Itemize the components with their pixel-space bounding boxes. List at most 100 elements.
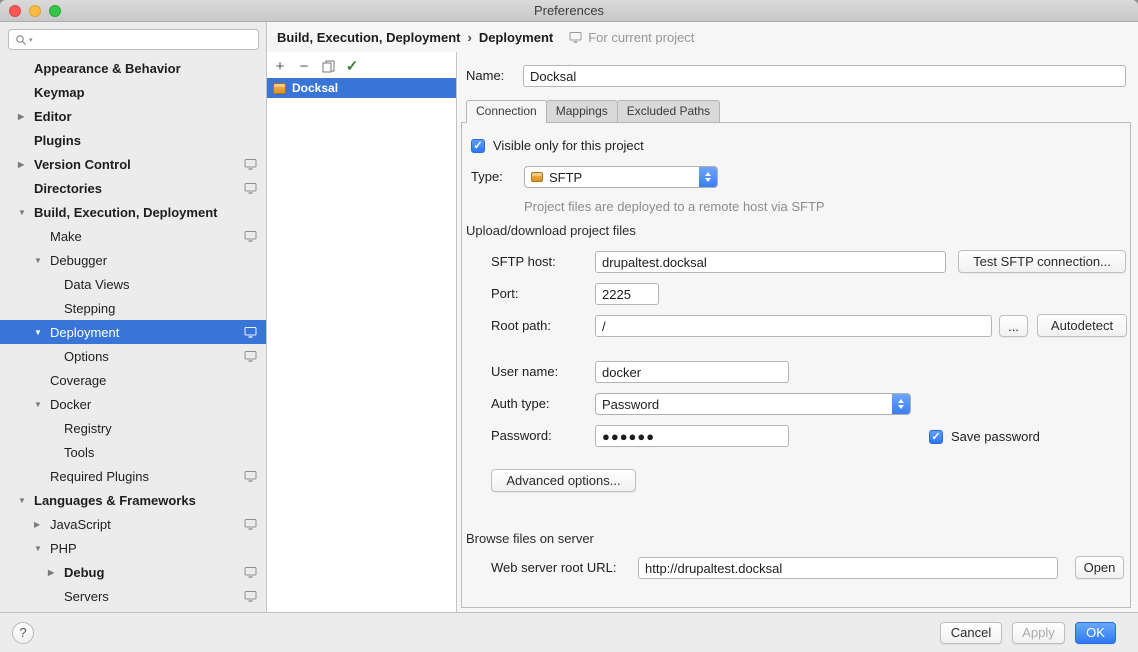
project-level-icon xyxy=(244,159,257,170)
project-level-icon xyxy=(244,327,257,338)
visible-only-row: ✓ Visible only for this project xyxy=(471,138,644,153)
sidebar-item-label: Data Views xyxy=(64,277,130,292)
close-window-button[interactable] xyxy=(9,5,21,17)
project-level-icon xyxy=(244,351,257,362)
breadcrumb: Build, Execution, Deployment › Deploymen… xyxy=(267,22,1138,52)
preferences-window: Preferences ▾ Appearance & Behavior Keym… xyxy=(0,0,1138,652)
chevron-down-icon[interactable]: ▼ xyxy=(34,256,50,265)
name-input[interactable] xyxy=(523,65,1126,87)
sidebar-item-label: Build, Execution, Deployment xyxy=(34,205,217,220)
dropdown-stepper[interactable] xyxy=(699,167,717,187)
chevron-down-icon[interactable]: ▼ xyxy=(18,496,34,505)
monitor-icon xyxy=(569,32,582,43)
browse-root-path-button[interactable]: ... xyxy=(999,315,1028,337)
copy-server-icon[interactable] xyxy=(319,57,337,75)
sidebar-item-label: Options xyxy=(64,349,109,364)
remove-server-icon[interactable]: − xyxy=(295,57,313,75)
title-bar: Preferences xyxy=(0,0,1138,22)
sidebar-item-label: Keymap xyxy=(34,85,85,100)
tab-connection[interactable]: Connection xyxy=(466,100,547,123)
sidebar-item-coverage[interactable]: Coverage xyxy=(0,368,266,392)
sidebar-item-version-control[interactable]: ▶Version Control xyxy=(0,152,266,176)
type-value: SFTP xyxy=(549,170,582,185)
help-button[interactable]: ? xyxy=(12,622,34,644)
visible-only-checkbox[interactable]: ✓ xyxy=(471,139,485,153)
chevron-right-icon[interactable]: ▶ xyxy=(34,520,50,529)
sidebar-item-plugins[interactable]: Plugins xyxy=(0,128,266,152)
ok-button[interactable]: OK xyxy=(1075,622,1116,644)
breadcrumb-section[interactable]: Build, Execution, Deployment xyxy=(277,30,460,45)
chevron-down-icon[interactable]: ▼ xyxy=(34,544,50,553)
user-name-input[interactable] xyxy=(595,361,789,383)
web-root-label: Web server root URL: xyxy=(491,557,616,579)
port-label: Port: xyxy=(491,283,518,305)
auth-type-select[interactable]: Password xyxy=(595,393,911,415)
type-select[interactable]: SFTP xyxy=(524,166,718,188)
sidebar-item-options[interactable]: Options xyxy=(0,344,266,368)
chevron-right-icon[interactable]: ▶ xyxy=(48,568,64,577)
sidebar-item-php[interactable]: ▼PHP xyxy=(0,536,266,560)
sidebar-item-editor[interactable]: ▶Editor xyxy=(0,104,266,128)
open-url-button[interactable]: Open xyxy=(1075,556,1124,579)
project-level-icon xyxy=(244,567,257,578)
sidebar-item-label: PHP xyxy=(50,541,77,556)
sidebar-item-data-views[interactable]: Data Views xyxy=(0,272,266,296)
sidebar-item-make[interactable]: Make xyxy=(0,224,266,248)
tab-mappings[interactable]: Mappings xyxy=(546,100,618,123)
sidebar-item-appearance-behavior[interactable]: Appearance & Behavior xyxy=(0,56,266,80)
sidebar-item-deployment[interactable]: ▼Deployment xyxy=(0,320,266,344)
dropdown-stepper[interactable] xyxy=(892,394,910,414)
settings-search-input[interactable]: ▾ xyxy=(8,29,259,50)
sidebar-item-registry[interactable]: Registry xyxy=(0,416,266,440)
zoom-window-button[interactable] xyxy=(49,5,61,17)
password-input[interactable] xyxy=(595,425,789,447)
server-name: Docksal xyxy=(292,81,338,95)
use-as-default-icon[interactable]: ✓ xyxy=(343,57,361,75)
add-server-icon[interactable]: + xyxy=(271,57,289,75)
sidebar-item-tools[interactable]: Tools xyxy=(0,440,266,464)
sidebar-item-label: JavaScript xyxy=(50,517,111,532)
deployment-server-icon xyxy=(273,83,286,94)
sftp-icon xyxy=(531,172,543,182)
sidebar-item-label: Deployment xyxy=(50,325,119,340)
test-sftp-connection-button[interactable]: Test SFTP connection... xyxy=(958,250,1126,273)
apply-button[interactable]: Apply xyxy=(1012,622,1065,644)
server-list-item[interactable]: Docksal xyxy=(267,78,456,98)
cancel-button[interactable]: Cancel xyxy=(940,622,1002,644)
sidebar-item-label: Coverage xyxy=(50,373,106,388)
save-password-checkbox[interactable]: ✓ xyxy=(929,430,943,444)
sidebar-item-build-execution-deployment[interactable]: ▼Build, Execution, Deployment xyxy=(0,200,266,224)
chevron-down-icon[interactable]: ▼ xyxy=(18,208,34,217)
footer-bar: ? Cancel Apply OK xyxy=(0,612,1138,652)
sidebar-item-label: Make xyxy=(50,229,82,244)
sidebar-item-javascript[interactable]: ▶JavaScript xyxy=(0,512,266,536)
breadcrumb-page: Deployment xyxy=(479,30,553,45)
sidebar-item-docker[interactable]: ▼Docker xyxy=(0,392,266,416)
sidebar-item-debugger[interactable]: ▼Debugger xyxy=(0,248,266,272)
chevron-right-icon[interactable]: ▶ xyxy=(18,160,34,169)
upload-group-label: Upload/download project files xyxy=(466,223,636,238)
port-input[interactable] xyxy=(595,283,659,305)
sidebar-item-label: Tools xyxy=(64,445,94,460)
sidebar-item-keymap[interactable]: Keymap xyxy=(0,80,266,104)
sidebar-item-debug[interactable]: ▶Debug xyxy=(0,560,266,584)
sidebar-item-servers[interactable]: Servers xyxy=(0,584,266,608)
auth-type-value: Password xyxy=(602,397,659,412)
sidebar-item-label: Languages & Frameworks xyxy=(34,493,196,508)
sidebar-item-languages-frameworks[interactable]: ▼Languages & Frameworks xyxy=(0,488,266,512)
root-path-input[interactable] xyxy=(595,315,992,337)
sidebar-item-directories[interactable]: Directories xyxy=(0,176,266,200)
sftp-host-input[interactable] xyxy=(595,251,946,273)
chevron-down-icon[interactable]: ▼ xyxy=(34,400,50,409)
sidebar-item-required-plugins[interactable]: Required Plugins xyxy=(0,464,266,488)
autodetect-button[interactable]: Autodetect xyxy=(1037,314,1127,337)
chevron-down-icon[interactable]: ▼ xyxy=(34,328,50,337)
chevron-right-icon[interactable]: ▶ xyxy=(18,112,34,121)
advanced-options-button[interactable]: Advanced options... xyxy=(491,469,636,492)
sidebar-item-stepping[interactable]: Stepping xyxy=(0,296,266,320)
web-root-input[interactable] xyxy=(638,557,1058,579)
project-level-icon xyxy=(244,519,257,530)
minimize-window-button[interactable] xyxy=(29,5,41,17)
sidebar-item-label: Docker xyxy=(50,397,91,412)
tab-excluded-paths[interactable]: Excluded Paths xyxy=(617,100,720,123)
